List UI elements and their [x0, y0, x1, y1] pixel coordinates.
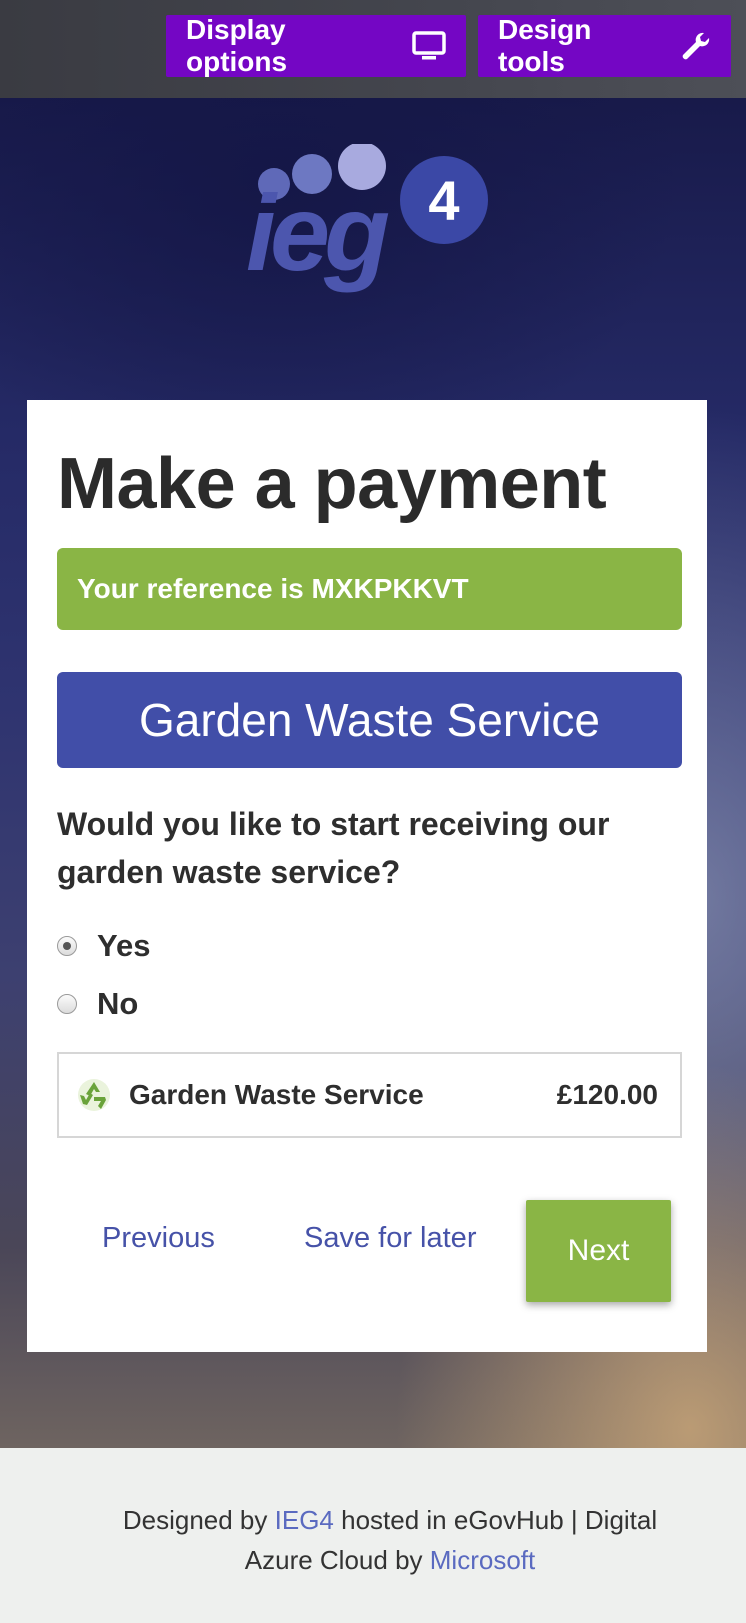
order-summary: Garden Waste Service £120.00	[57, 1052, 682, 1138]
yes-label: Yes	[97, 928, 151, 963]
wrench-icon	[679, 30, 711, 62]
reference-text: Your reference is MXKPKKVT	[77, 573, 469, 604]
save-for-later-link[interactable]: Save for later	[304, 1222, 476, 1255]
payment-card: Make a payment Your reference is MXKPKKV…	[27, 400, 707, 1352]
footer-microsoft-link[interactable]: Microsoft	[430, 1545, 535, 1575]
display-options-label: Display options	[186, 14, 288, 77]
display-options-button[interactable]: Display options	[166, 14, 466, 77]
no-radio[interactable]	[57, 994, 77, 1014]
summary-price: £120.00	[556, 1079, 658, 1110]
service-banner: Garden Waste Service	[57, 672, 682, 768]
recycle-icon	[77, 1078, 111, 1112]
previous-link[interactable]: Previous	[102, 1222, 215, 1255]
design-tools-button[interactable]: Design tools	[478, 14, 731, 77]
next-button[interactable]: Next	[526, 1200, 671, 1302]
service-banner-text: Garden Waste Service	[138, 694, 601, 746]
monitor-icon	[412, 31, 446, 61]
footer: Designed by IEG4 hosted in eGovHub | Dig…	[0, 1448, 746, 1623]
top-toolbar: Display options Design tools	[0, 0, 746, 98]
footer-ieg4-link[interactable]: IEG4	[275, 1505, 334, 1535]
ieg4-logo: 4 ieg	[244, 142, 504, 308]
no-label: No	[97, 986, 139, 1021]
reference-banner: Your reference is MXKPKKVT	[57, 548, 682, 630]
service-question: Would you like to start receiving our ga…	[57, 806, 610, 890]
footer-prefix: Designed by	[122, 1505, 268, 1535]
design-tools-label: Design tools	[498, 14, 592, 77]
page-title: Make a payment	[57, 444, 607, 524]
logo-badge: 4	[428, 169, 459, 232]
option-no[interactable]: No	[57, 986, 138, 1022]
option-yes[interactable]: Yes	[57, 928, 150, 964]
logo-text: ieg	[246, 172, 389, 293]
yes-radio[interactable]	[57, 936, 77, 956]
summary-service-name: Garden Waste Service	[129, 1079, 424, 1110]
